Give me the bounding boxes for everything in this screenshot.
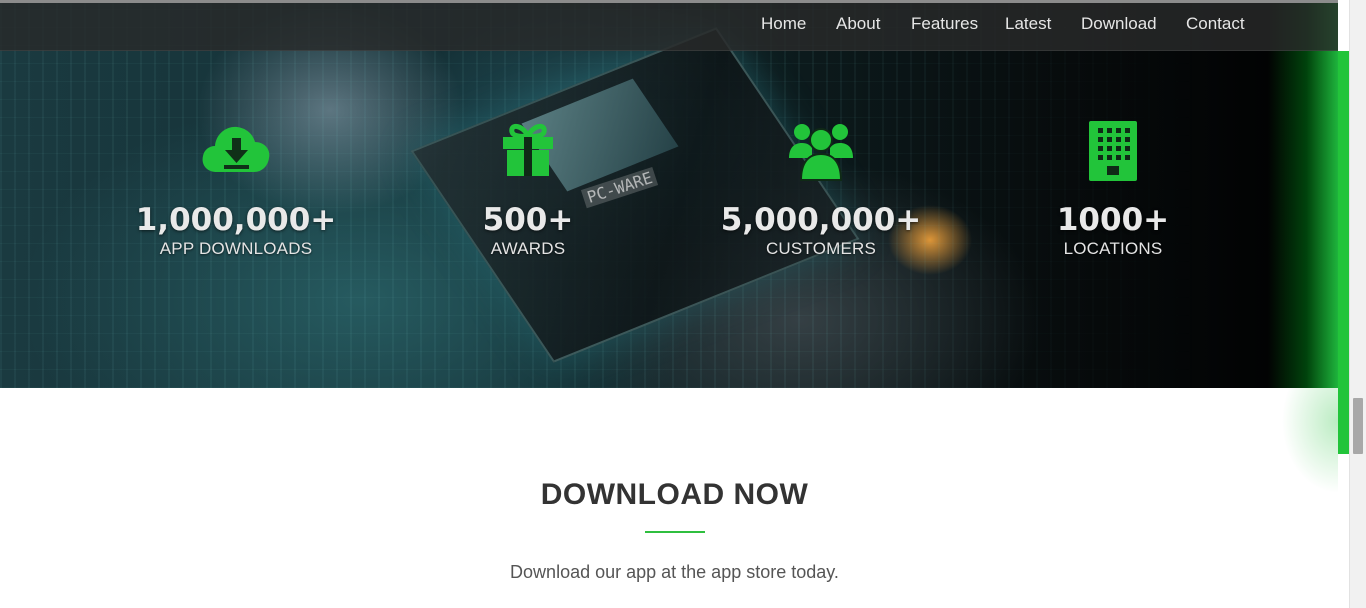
nav-menu: Home About Features Latest Download Cont… xyxy=(0,3,1338,51)
stat-value: 5,000,000+ xyxy=(720,202,922,238)
stat-awards: 500+ AWARDS xyxy=(408,120,648,260)
stat-label: AWARDS xyxy=(490,239,566,258)
cloud-download-icon xyxy=(116,120,356,184)
nav-item-latest[interactable]: Latest xyxy=(1005,14,1051,34)
scrollbar-thumb[interactable] xyxy=(1353,398,1363,454)
nav-item-features[interactable]: Features xyxy=(911,14,978,34)
users-icon xyxy=(701,120,941,184)
title-divider xyxy=(645,531,705,533)
stat-label: APP DOWNLOADS xyxy=(159,239,313,258)
stat-customers: 5,000,000+ CUSTOMERS xyxy=(701,120,941,260)
nav-item-download[interactable]: Download xyxy=(1081,14,1157,34)
stats-section: PC-WARE 1,000,000+ APP DOWNLOADS 500+ AW… xyxy=(0,0,1338,388)
page: PC-WARE 1,000,000+ APP DOWNLOADS 500+ AW… xyxy=(0,0,1366,608)
nav-item-contact[interactable]: Contact xyxy=(1186,14,1245,34)
stat-value: 1,000,000+ xyxy=(135,202,337,238)
stat-app-downloads: 1,000,000+ APP DOWNLOADS xyxy=(116,120,356,260)
stat-label: LOCATIONS xyxy=(1063,239,1163,258)
download-title: DOWNLOAD NOW xyxy=(540,478,809,511)
building-icon xyxy=(993,120,1233,184)
page-scrollbar[interactable] xyxy=(1349,0,1366,608)
navbar: Home About Features Latest Download Cont… xyxy=(0,0,1338,51)
stat-value: 1000+ xyxy=(1056,202,1170,238)
green-side-strip xyxy=(1338,51,1349,454)
green-edge-glow xyxy=(1268,0,1338,388)
stat-locations: 1000+ LOCATIONS xyxy=(993,120,1233,260)
nav-item-home[interactable]: Home xyxy=(761,14,806,34)
stat-value: 500+ xyxy=(482,202,574,238)
nav-item-about[interactable]: About xyxy=(836,14,880,34)
stat-label: CUSTOMERS xyxy=(765,239,877,258)
download-subtitle: Download our app at the app store today. xyxy=(510,562,839,582)
gift-icon xyxy=(408,120,648,184)
